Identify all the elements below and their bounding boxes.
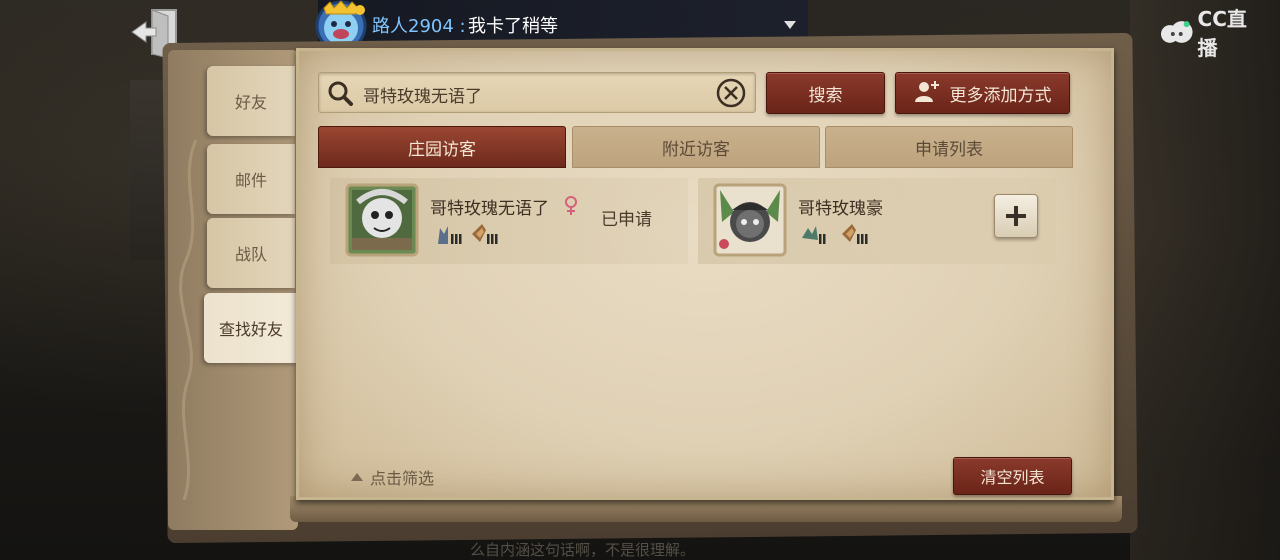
female-icon [564,196,578,216]
filter-label: 点击筛选 [370,469,435,488]
cc-live-logo: CC直播 [1160,7,1266,60]
avatar [712,182,788,258]
more-add-methods-label: 更多添加方式 [949,85,1052,106]
side-tab-label: 战队 [234,245,267,264]
chevron-down-icon[interactable] [783,16,797,29]
search-button[interactable]: 搜索 [766,72,885,114]
clear-list-label: 清空列表 [980,468,1045,487]
visitor-name: 哥特玫瑰豪 [798,199,883,219]
tab-request-list[interactable]: 申请列表 [825,126,1073,168]
background-door-frame [1130,0,1280,560]
chat-username: 路人2904 : [372,16,466,37]
tab-label: 申请列表 [915,139,983,160]
search-input[interactable]: 哥特玫瑰无语了 [318,72,756,113]
plus-icon [1006,206,1026,226]
cc-logo-text: CC直播 [1197,7,1247,60]
tab-label: 庄园访客 [408,139,476,160]
side-tab-label: 邮件 [234,171,267,190]
avatar [344,182,420,258]
side-tab-label: 好友 [234,93,267,112]
add-user-icon [914,79,940,108]
survivor-rank-icon [434,222,466,248]
survivor-rank-icon [800,222,832,248]
side-tab-label: 查找好友 [218,320,283,339]
hunter-rank-icon [840,222,872,248]
visitor-card[interactable]: 哥特玫瑰无语了 已申请 [330,178,688,264]
more-add-methods-button[interactable]: 更多添加方式 [895,72,1070,114]
background-subtitle: 么自内涵这句话啊，不是很理解。 [470,541,696,559]
find-friends-panel [296,48,1114,500]
side-tab-mail[interactable]: 邮件 [207,144,295,214]
clear-input-icon[interactable] [715,77,747,109]
chat-message: 我卡了稍等 [468,16,558,37]
tab-label: 附近访客 [662,139,730,160]
visitor-card[interactable]: 哥特玫瑰豪 [698,178,1056,264]
request-status: 已申请 [601,210,652,230]
side-tab-friends[interactable]: 好友 [207,66,295,136]
tab-manor-visitors[interactable]: 庄园访客 [318,126,566,168]
search-icon [327,80,353,106]
search-input-value: 哥特玫瑰无语了 [363,87,482,107]
side-tab-team[interactable]: 战队 [207,218,295,288]
hunter-rank-icon [470,222,502,248]
visitor-name: 哥特玫瑰无语了 [430,199,549,219]
add-friend-button[interactable] [994,194,1038,238]
clear-list-button[interactable]: 清空列表 [953,457,1072,495]
triangle-up-icon [351,473,363,481]
search-button-label: 搜索 [808,85,843,106]
rope-decoration [176,139,206,501]
cc-logo-icon [1160,21,1193,43]
filter-toggle[interactable]: 点击筛选 [350,465,434,489]
side-tab-find-friends[interactable]: 查找好友 [204,293,298,363]
tab-nearby-visitors[interactable]: 附近访客 [572,126,820,168]
